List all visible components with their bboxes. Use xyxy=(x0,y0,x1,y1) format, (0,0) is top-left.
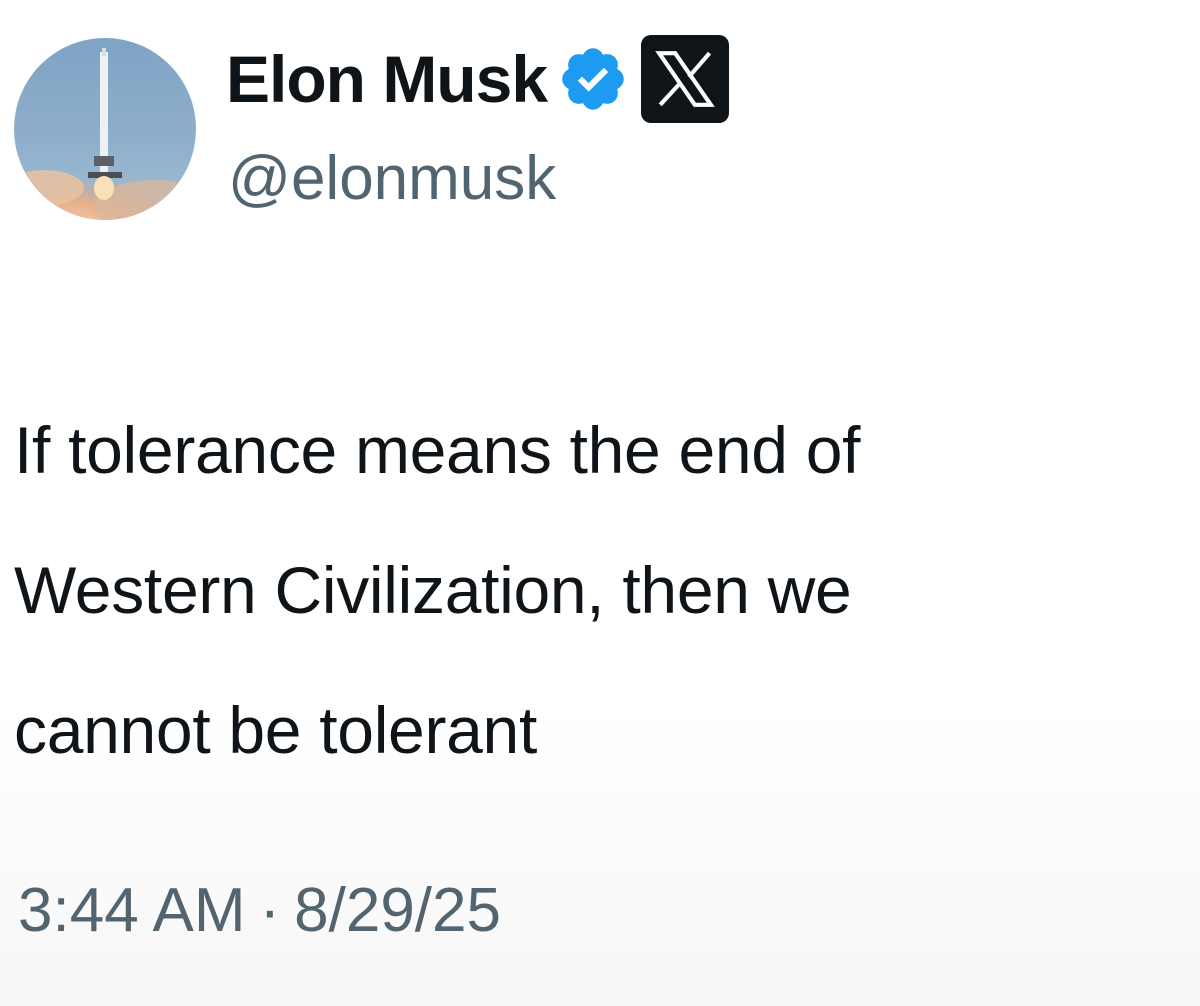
tweet-time: 3:44 AM xyxy=(18,876,246,945)
author-name-row: Elon Musk xyxy=(226,34,730,124)
avatar[interactable] xyxy=(14,38,196,220)
author-handle[interactable]: @elonmusk xyxy=(228,148,556,210)
tweet-line: Western Civilization, then we xyxy=(14,553,852,627)
tweet-text: If tolerance means the end of Western Ci… xyxy=(14,380,1194,800)
meta-separator: · xyxy=(259,876,281,945)
display-name[interactable]: Elon Musk xyxy=(226,46,548,112)
tweet-line: If tolerance means the end of xyxy=(14,413,861,487)
rocket-launch-avatar-icon xyxy=(14,38,196,220)
tweet-date: 8/29/25 xyxy=(294,876,501,945)
tweet-line: cannot be tolerant xyxy=(14,693,537,767)
x-logo-icon xyxy=(641,35,730,123)
tweet-timestamp[interactable]: 3:44 AM · 8/29/25 xyxy=(18,880,501,942)
verified-badge-icon xyxy=(557,43,629,115)
tweet-card: Elon Musk @elonmusk If tolerance means t… xyxy=(0,0,1200,1006)
